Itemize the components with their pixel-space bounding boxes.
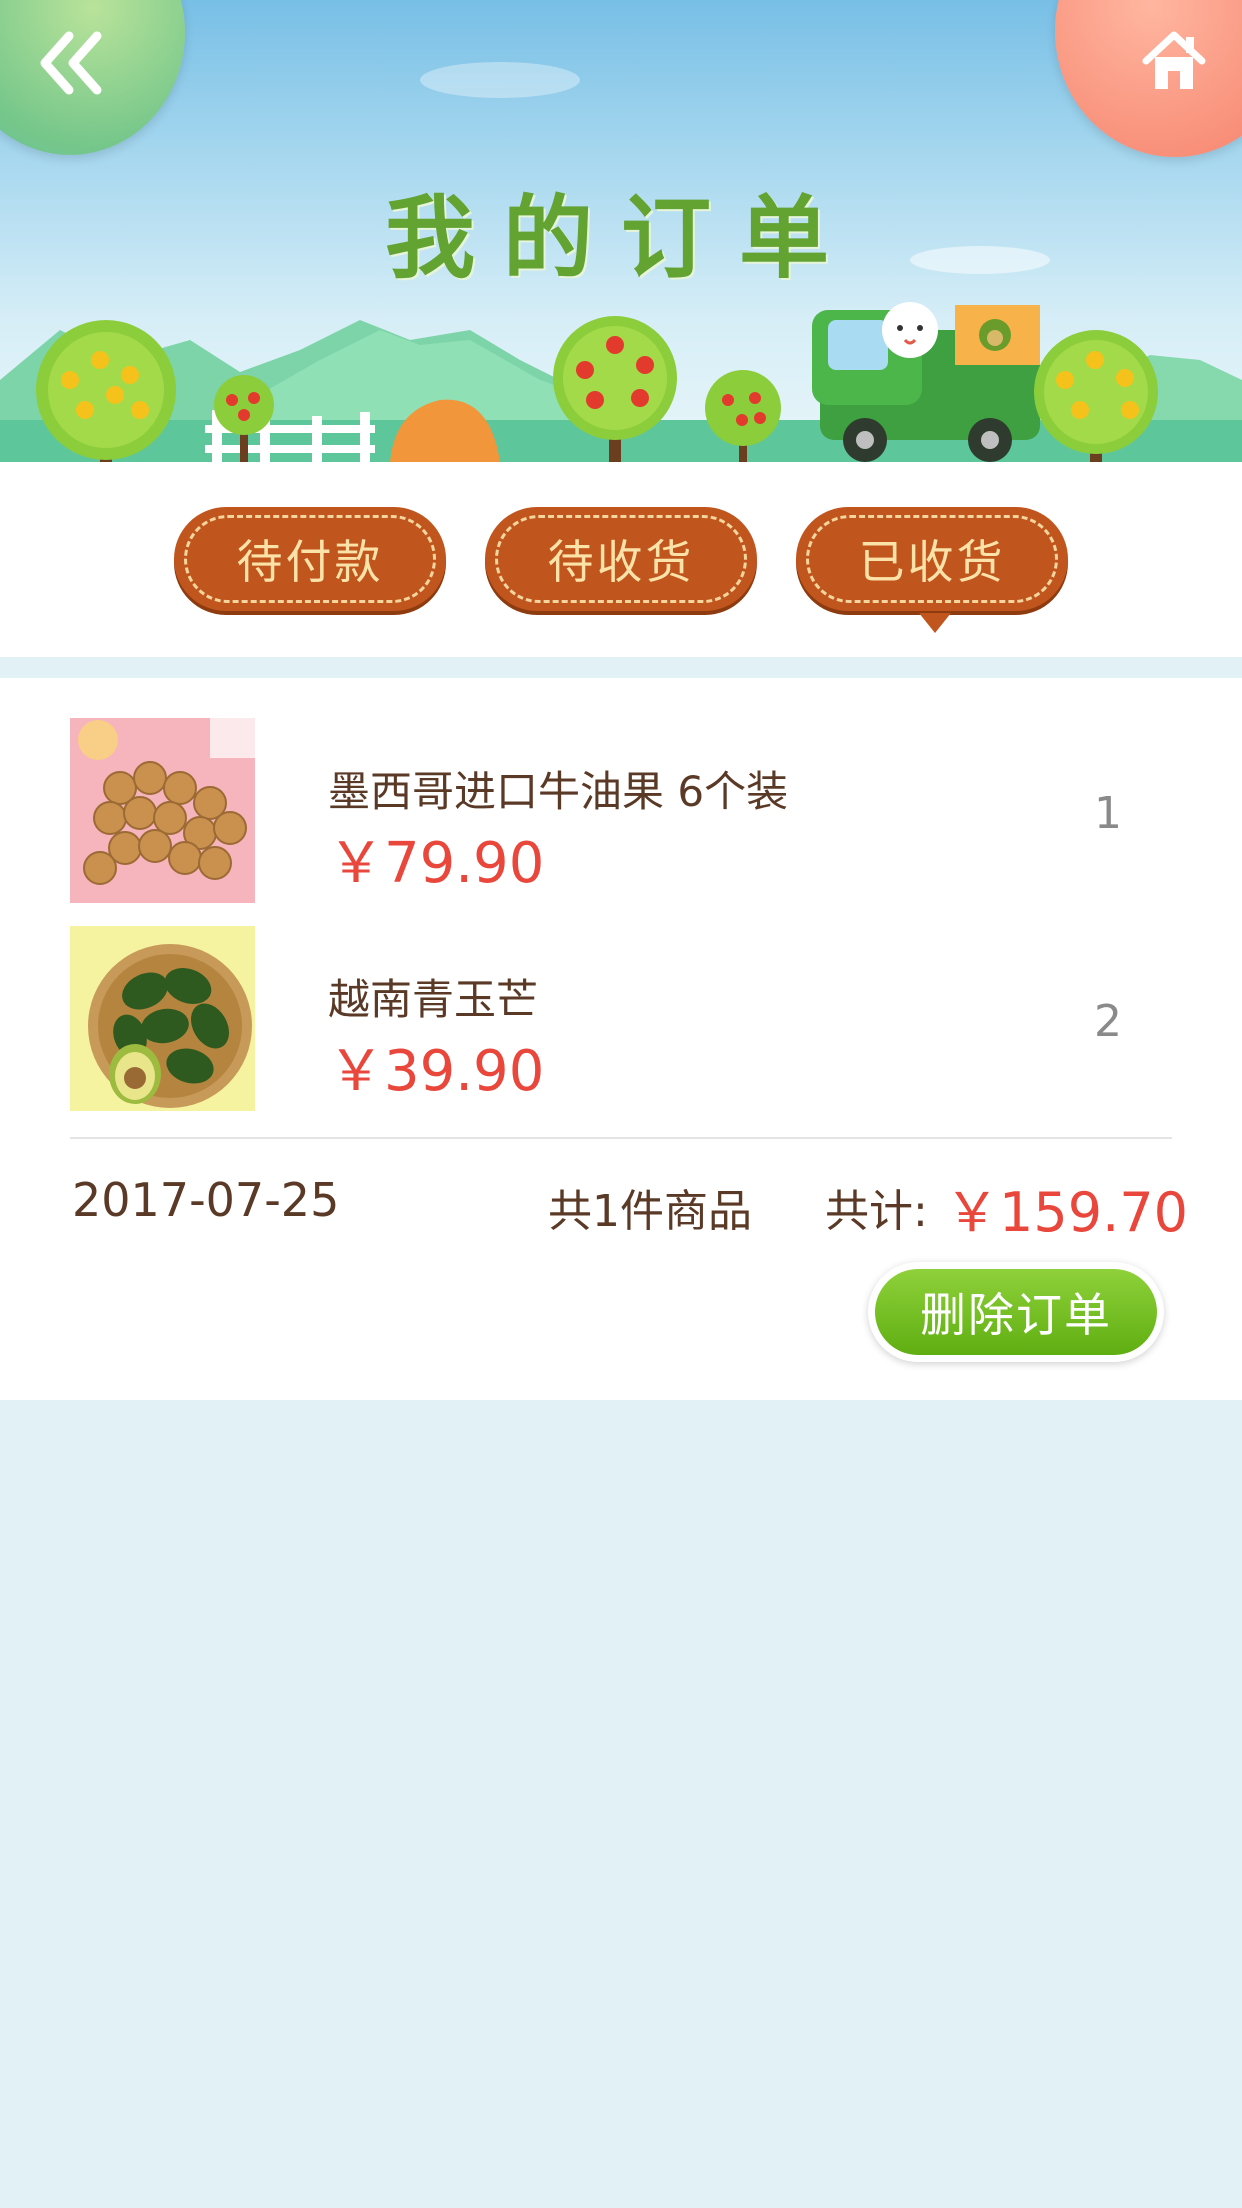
avocado-basket-photo: [70, 926, 255, 1111]
page-title: 我的订单: [385, 185, 857, 291]
product-name[interactable]: 越南青玉芒: [328, 966, 538, 1027]
product-name[interactable]: 墨西哥进口牛油果 6个装: [328, 758, 788, 819]
tab-received[interactable]: 已收货: [796, 507, 1068, 633]
delete-order-label: 删除订单: [875, 1269, 1157, 1355]
product-image[interactable]: [70, 718, 255, 903]
order-date: 2017-07-25: [72, 1173, 340, 1227]
tab-label: 已收货: [806, 515, 1058, 603]
product-quantity: 2: [1094, 996, 1122, 1047]
home-icon: [1142, 31, 1206, 89]
order-card: 墨西哥进口牛油果 6个装 ￥79.90 1 越南青玉芒 ￥39.90 2 201…: [0, 678, 1242, 1400]
tab-label: 待付款: [184, 515, 436, 603]
order-item-count: 共1件商品: [548, 1186, 752, 1237]
product-quantity: 1: [1094, 788, 1122, 839]
longan-fruit-photo: [70, 718, 255, 903]
order-total-label: 共计:: [825, 1186, 928, 1237]
tab-pending-payment[interactable]: 待付款: [174, 507, 446, 611]
order-item[interactable]: 墨西哥进口牛油果 6个装 ￥79.90 1: [0, 718, 1242, 903]
product-price: ￥79.90: [328, 831, 545, 896]
order-total: ￥159.70: [945, 1181, 1188, 1244]
tab-pending-delivery[interactable]: 待收货: [485, 507, 757, 611]
product-image[interactable]: [70, 926, 255, 1111]
delete-order-button[interactable]: 删除订单: [868, 1262, 1164, 1362]
order-item[interactable]: 越南青玉芒 ￥39.90 2: [0, 926, 1242, 1111]
tab-label: 待收货: [495, 515, 747, 603]
order-status-tabs: 待付款 待收货 已收货: [0, 462, 1242, 657]
double-chevron-left-icon: [40, 31, 102, 95]
divider: [70, 1137, 1172, 1139]
header-banner: 我的订单: [0, 0, 1242, 462]
product-price: ￥39.90: [328, 1039, 545, 1104]
